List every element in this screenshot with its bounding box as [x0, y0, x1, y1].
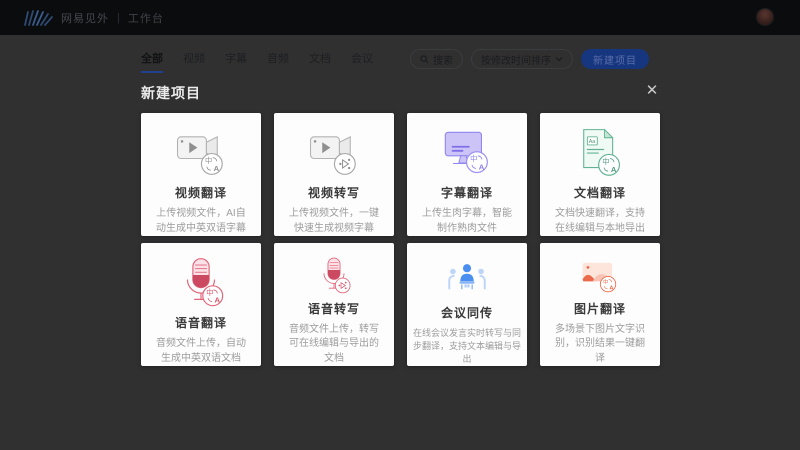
card-title: 字幕翻译 [441, 184, 493, 201]
subtitle-translate-icon: 中 A [437, 126, 497, 182]
card-description: 音频文件上传，自动生成中英双语文档 [141, 337, 261, 366]
card-title: 语音翻译 [175, 314, 227, 331]
project-type-grid: 中 A 视频翻译 上传视频文件，AI自动生成中英双语字幕 视频转写 [141, 113, 660, 366]
video-translate-icon: 中 A [171, 126, 231, 182]
card-description: 多场景下图片文字识别，识别结果一键翻译 [540, 323, 660, 367]
card-description: 上传视频文件，AI自动生成中英双语字幕 [141, 207, 261, 236]
card-description: 上传生肉字幕，智能制作熟肉文件 [407, 207, 527, 236]
tab-video[interactable]: 视频 [183, 50, 205, 73]
sort-dropdown[interactable]: 按修改时间排序 [471, 49, 573, 69]
card-audio-transcribe[interactable]: 语音转写 音频文件上传，转写可在线编辑与导出的文档 [274, 243, 394, 366]
card-description: 文档快速翻译，支持在线编辑与本地导出 [540, 207, 660, 236]
card-title: 文档翻译 [574, 184, 626, 201]
filter-tabs: 全部 视频 字幕 音频 文档 会议 [141, 50, 373, 73]
tab-document[interactable]: 文档 [309, 50, 331, 73]
card-video-translate[interactable]: 中 A 视频翻译 上传视频文件，AI自动生成中英双语字幕 [141, 113, 261, 236]
document-translate-icon: Aa 中 A [570, 126, 630, 182]
svg-text:中: 中 [205, 156, 212, 165]
brand-name: 网易见外 [61, 10, 109, 26]
svg-text:中: 中 [470, 154, 477, 163]
top-navbar: 网易见外 | 工作台 [0, 0, 800, 35]
card-description: 在线会议发言实时转写与同步翻译，支持文本编辑与导出 [407, 327, 527, 366]
meeting-interpret-icon [437, 256, 497, 302]
svg-text:Aa: Aa [589, 139, 596, 145]
card-image-translate[interactable]: 中 A 图片翻译 多场景下图片文字识别，识别结果一键翻译 [540, 243, 660, 366]
video-transcribe-icon [304, 126, 364, 182]
card-title: 图片翻译 [574, 300, 626, 317]
svg-text:A: A [611, 165, 617, 174]
card-title: 视频翻译 [175, 184, 227, 201]
header-divider: | [117, 12, 120, 24]
modal-title: 新建项目 [141, 83, 201, 103]
tab-all[interactable]: 全部 [141, 50, 163, 73]
svg-text:A: A [215, 296, 221, 305]
svg-text:A: A [609, 285, 613, 291]
tab-audio[interactable]: 音频 [267, 50, 289, 73]
brand-logo-icon [23, 9, 53, 27]
search-label: 搜索 [433, 52, 453, 67]
card-description: 音频文件上传，转写可在线编辑与导出的文档 [274, 323, 394, 367]
card-title: 会议同传 [441, 304, 493, 321]
svg-text:A: A [479, 162, 485, 171]
card-title: 视频转写 [308, 184, 360, 201]
new-project-button[interactable]: 新建项目 [581, 49, 649, 69]
user-avatar[interactable] [756, 8, 774, 26]
toolbar-actions: 搜索 按修改时间排序 新建项目 [410, 49, 649, 69]
card-subtitle-translate[interactable]: 中 A 字幕翻译 上传生肉字幕，智能制作熟肉文件 [407, 113, 527, 236]
image-translate-icon: 中 A [570, 256, 630, 298]
close-icon[interactable]: ✕ [642, 80, 662, 100]
app-window: 网易见外 | 工作台 全部 视频 字幕 音频 文档 会议 搜索 按修改时间排序 … [0, 0, 800, 450]
card-video-transcribe[interactable]: 视频转写 上传视频文件，一键快速生成视频字幕 [274, 113, 394, 236]
chevron-down-icon [555, 56, 563, 62]
card-meeting-interpret[interactable]: 会议同传 在线会议发言实时转写与同步翻译，支持文本编辑与导出 [407, 243, 527, 366]
sort-label: 按修改时间排序 [481, 52, 551, 67]
workspace-label: 工作台 [128, 10, 164, 26]
card-description: 上传视频文件，一键快速生成视频字幕 [274, 207, 394, 236]
card-audio-translate[interactable]: 中 A 语音翻译 音频文件上传，自动生成中英双语文档 [141, 243, 261, 366]
audio-translate-icon: 中 A [171, 256, 231, 312]
search-icon [420, 55, 429, 64]
tab-subtitle[interactable]: 字幕 [225, 50, 247, 73]
audio-transcribe-icon [304, 256, 364, 298]
svg-text:中: 中 [206, 288, 213, 297]
brand-logo[interactable]: 网易见外 | 工作台 [23, 9, 164, 27]
svg-text:中: 中 [602, 157, 609, 166]
card-document-translate[interactable]: Aa 中 A 文档翻译 文档快速翻译，支持在线编辑与本地导出 [540, 113, 660, 236]
tab-meeting[interactable]: 会议 [351, 50, 373, 73]
svg-text:A: A [214, 164, 220, 173]
card-title: 语音转写 [308, 300, 360, 317]
search-button[interactable]: 搜索 [410, 49, 463, 69]
